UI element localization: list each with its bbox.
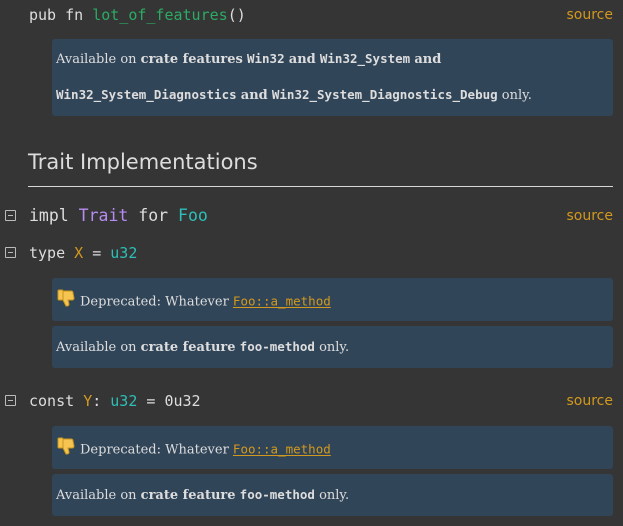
assoc-const-type-link[interactable]: u32	[110, 392, 137, 410]
stab-and-3: and	[240, 88, 268, 103]
assoc-const-deprecated-stab: Deprecated: Whatever Foo::a_method	[52, 426, 613, 469]
deprecated-method-link[interactable]: Foo::a_method	[233, 294, 331, 309]
fn-keyword: pub fn	[29, 6, 93, 24]
stab-feature-win32: Win32	[246, 51, 285, 66]
stab-feature-win32-system-diagnostics-debug: Win32_System_Diagnostics_Debug	[271, 87, 498, 102]
assoc-type-value-link[interactable]: u32	[110, 244, 137, 262]
fn-signature-row: pub fn lot_of_features() source	[0, 3, 623, 27]
deprecated-label: Deprecated: Whatever	[80, 294, 233, 310]
rustdoc-page: pub fn lot_of_features() source Availabl…	[0, 0, 623, 526]
assoc-type-deprecated-stab: Deprecated: Whatever Foo::a_method	[52, 278, 613, 321]
assoc-type-row: type X = u32	[0, 241, 623, 265]
stab-prefix: Available on	[56, 488, 141, 503]
stab-prefix: Available on	[56, 52, 141, 67]
stab-and-2: and	[414, 52, 442, 67]
assoc-const-colon: :	[92, 392, 111, 410]
assoc-const-source-link[interactable]: source	[567, 389, 614, 413]
thumbs-down-icon	[56, 436, 76, 464]
heading-divider	[28, 186, 613, 187]
impl-row: impl Trait for Foo source	[0, 204, 623, 228]
stab-crate-features-label: crate features	[140, 52, 243, 67]
trait-implementations-heading[interactable]: Trait Implementations	[28, 148, 258, 176]
deprecated-method-link[interactable]: Foo::a_method	[233, 442, 331, 457]
assoc-const-signature: const Y: u32 = 0u32	[29, 389, 201, 413]
fn-name-link[interactable]: lot_of_features	[92, 6, 227, 24]
stab-prefix: Available on	[56, 340, 141, 355]
fn-parens: ()	[227, 6, 246, 24]
collapse-toggle-icon[interactable]	[5, 395, 16, 406]
type-keyword: type	[29, 244, 75, 262]
assoc-type-eq: =	[83, 244, 111, 262]
const-keyword: const	[29, 392, 84, 410]
assoc-const-name-link[interactable]: Y	[83, 392, 92, 410]
collapse-toggle-icon[interactable]	[5, 210, 16, 221]
thumbs-down-icon	[56, 288, 76, 316]
stab-suffix: only.	[319, 340, 350, 355]
impl-signature: impl Trait for Foo	[29, 204, 208, 228]
assoc-type-feature-stab: Available on crate feature foo-method on…	[52, 326, 613, 368]
assoc-type-name-link[interactable]: X	[74, 244, 83, 262]
assoc-type-signature: type X = u32	[29, 241, 137, 265]
stab-suffix: only.	[319, 488, 350, 503]
trait-name-link[interactable]: Trait	[79, 206, 129, 225]
assoc-const-value: = 0u32	[137, 392, 201, 410]
fn-signature: pub fn lot_of_features()	[29, 3, 246, 27]
stab-crate-feature-label: crate feature	[140, 340, 236, 355]
stab-feature-win32-system-diagnostics: Win32_System_Diagnostics	[56, 87, 237, 102]
fn-source-link[interactable]: source	[567, 3, 614, 27]
assoc-const-feature-stab: Available on crate feature foo-method on…	[52, 474, 613, 516]
fn-feature-stab: Available on crate features Win32 and Wi…	[52, 39, 613, 116]
stab-feature-foo-method: foo-method	[239, 487, 315, 502]
struct-name-link[interactable]: Foo	[178, 206, 208, 225]
stab-and-1: and	[288, 52, 316, 67]
stab-feature-foo-method: foo-method	[239, 339, 315, 354]
deprecated-label: Deprecated: Whatever	[80, 442, 233, 458]
impl-source-link[interactable]: source	[567, 204, 614, 228]
collapse-toggle-icon[interactable]	[5, 247, 16, 258]
stab-crate-feature-label: crate feature	[140, 488, 236, 503]
impl-keyword: impl	[29, 206, 79, 225]
stab-feature-win32-system: Win32_System	[319, 51, 411, 66]
stab-suffix: only.	[501, 88, 532, 103]
for-keyword: for	[128, 206, 179, 225]
assoc-const-row: const Y: u32 = 0u32 source	[0, 389, 623, 413]
